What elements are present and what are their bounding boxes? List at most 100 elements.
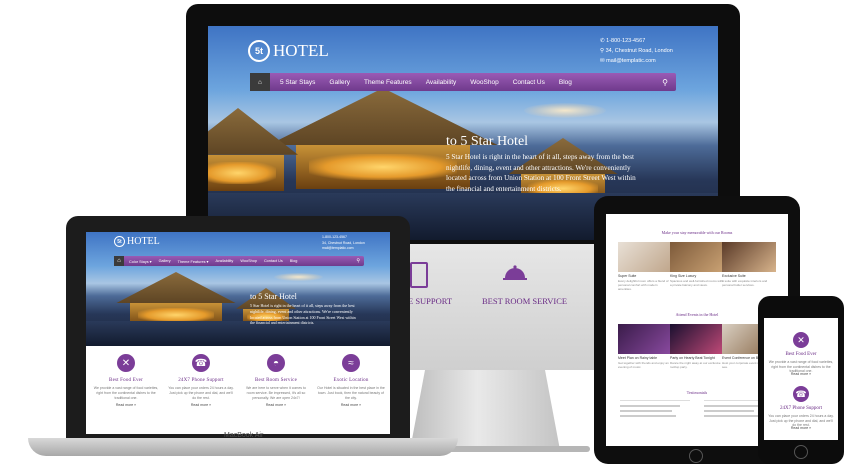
nav-item-gallery[interactable]: Gallery (329, 79, 350, 86)
iphone-device: ✕ Best Food Ever We provide a vast range… (758, 296, 844, 464)
room-desc: Spacious and well-furnished rooms with a… (670, 279, 723, 287)
room-card[interactable]: King Size Luxury Spacious and well-furni… (670, 242, 724, 287)
search-icon[interactable]: ⚲ (662, 78, 668, 87)
cloche-icon (502, 262, 528, 282)
iphone-screen: ✕ Best Food Ever We provide a vast range… (764, 318, 838, 440)
feature-title: Best Room Service (254, 378, 297, 383)
feature-title: 24X7 Phone Support (780, 406, 822, 411)
room-title: Super Suite (618, 274, 637, 278)
mail-icon: ✉ (600, 58, 605, 64)
macbook-hero: 5t HOTEL 1-800-123-4567 34, Chestnut Roa… (86, 232, 390, 346)
feature-exotic-location: ≈ Exotic Location Our Hotel is situated … (315, 354, 387, 407)
event-card[interactable]: Meet Plan on Rainy table Get together wi… (618, 324, 672, 369)
nav-item-theme-features[interactable]: Theme Features ▾ (178, 259, 209, 264)
feature-desc: You can place your orders 24 hours a day… (168, 386, 234, 400)
room-image (618, 242, 672, 272)
contact-info: ✆ 1-800-123-4567 ⚲ 34, Chestnut Road, Lo… (600, 36, 673, 66)
nav-item-contact-us[interactable]: Contact Us (513, 79, 545, 86)
contact-phone: 1-800-123-4567 (606, 38, 646, 44)
nav-item-blog[interactable]: Blog (290, 259, 298, 263)
room-card[interactable]: Super Suite Every delightful room offers… (618, 242, 672, 291)
room-desc: A suite with exquisite interiors and per… (722, 279, 768, 287)
home-icon[interactable]: ⌂ (250, 73, 270, 91)
testimonial (620, 400, 690, 425)
rooms-heading: Make your stay memorable with our Rooms (661, 230, 733, 235)
room-card[interactable]: Exclusive Suite A suite with exquisite i… (722, 242, 776, 287)
phone-icon: ✆ (600, 38, 605, 44)
logo-badge: 5t (248, 40, 270, 62)
room-desc: Every delightful room offers a blend of … (618, 279, 669, 291)
event-desc: Get together with friends and enjoy an e… (618, 361, 669, 369)
cloche-icon: ◓ (267, 354, 285, 372)
read-more-link[interactable]: Read more » (764, 426, 838, 430)
fork-knife-icon: ✕ (793, 332, 809, 348)
feature-title: Best Food Ever (109, 378, 143, 383)
nav-item-5-star-stays[interactable]: Color Stays ▾ (129, 259, 152, 264)
read-more-link[interactable]: Read more » (764, 372, 838, 376)
macbook-screen: 5t HOTEL 1-800-123-4567 34, Chestnut Roa… (86, 232, 390, 434)
logo-text: HOTEL (273, 41, 329, 60)
room-image (670, 242, 724, 272)
feature-desc: Our Hotel is situated in the best place … (317, 386, 385, 400)
event-card[interactable]: Party on Hearty Beat Tonight Dance the n… (670, 324, 724, 369)
event-title: Meet Plan on Rainy table (618, 356, 658, 360)
macbook-device: 5t HOTEL 1-800-123-4567 34, Chestnut Roa… (66, 216, 410, 438)
hut-image (208, 108, 298, 198)
room-title: Exclusive Suite (722, 274, 746, 278)
contact-email[interactable]: mail@templatic.com (322, 246, 354, 250)
sunset-glow (274, 273, 324, 281)
logo-badge: 5t (114, 236, 125, 247)
nav-item-5-star-stays[interactable]: 5 Star Stays (280, 79, 315, 86)
read-more-link[interactable]: Read more » (240, 403, 312, 407)
nav-item-gallery[interactable]: Gallery (159, 259, 171, 263)
event-image (618, 324, 672, 354)
nav-item-wooshop[interactable]: WooShop (470, 79, 498, 86)
site-logo[interactable]: 5t HOTEL (248, 40, 329, 62)
room-service-label: BEST ROOM SERVICE (482, 296, 568, 306)
feature-desc: We provide a vast range of food varietie… (93, 386, 159, 400)
contact-info: 1-800-123-4567 34, Chestnut Road, London… (322, 235, 365, 252)
map-marker-icon: ⚲ (600, 48, 605, 54)
macbook-base (28, 438, 458, 456)
search-icon[interactable]: ⚲ (356, 258, 360, 264)
hero-title: to 5 Star Hotel (446, 134, 529, 149)
room-image (722, 242, 776, 272)
main-nav: ⌂ 5 Star Stays Gallery Theme Features Av… (250, 73, 676, 91)
read-more-link[interactable]: Read more » (90, 403, 162, 407)
hero-text: 5 Star Hotel is right in the heart of it… (446, 153, 636, 193)
feature-phone-support: ☎ 24X7 Phone Support You can place your … (165, 354, 237, 407)
nav-item-theme-features[interactable]: Theme Features (364, 79, 412, 86)
nav-item-availability[interactable]: Availability (426, 79, 457, 86)
nav-item-availability[interactable]: Availability (215, 259, 233, 263)
hero-text: 5 Star Hotel is right in the heart of it… (250, 303, 356, 326)
features-row: ✕ Best Food Ever We provide a vast range… (86, 346, 390, 434)
sunset-glow (524, 103, 606, 118)
home-icon[interactable]: ⌂ (114, 256, 124, 266)
contact-address: 34, Chestnut Road, London (322, 240, 365, 245)
phone-support-icon (410, 262, 428, 288)
macbook-label: MacBook Air (224, 432, 264, 439)
contact-email[interactable]: mail@templatic.com (606, 58, 656, 64)
event-title: Party on Hearty Beat Tonight (670, 356, 715, 360)
feature-best-food: ✕ Best Food Ever We provide a vast range… (90, 354, 162, 407)
nav-item-contact-us[interactable]: Contact Us (264, 259, 283, 263)
phone-support-icon: ☎ (192, 354, 210, 372)
contact-address: 34, Chestnut Road, London (605, 48, 673, 54)
read-more-link[interactable]: Read more » (165, 403, 237, 407)
hero-title: to 5 Star Hotel (250, 292, 297, 301)
read-more-link[interactable]: Read more » (315, 403, 387, 407)
feature-title: Exotic Location (333, 378, 369, 383)
support-label: E SUPPORT (408, 296, 453, 306)
event-desc: Dance the night away at our exclusive ro… (670, 361, 721, 369)
swimmer-icon: ≈ (342, 354, 360, 372)
event-image (670, 324, 724, 354)
iphone-home-button[interactable] (794, 445, 808, 459)
feature-title: 24X7 Phone Support (178, 378, 224, 383)
nav-item-blog[interactable]: Blog (559, 79, 572, 86)
feature-desc: We are here to serve when it comes to ro… (246, 386, 306, 400)
phone-support-icon: ☎ (793, 386, 809, 402)
feature-title: Best Food Ever (785, 352, 817, 357)
site-logo[interactable]: 5t HOTEL (114, 236, 160, 247)
nav-item-wooshop[interactable]: WooShop (240, 259, 257, 263)
ipad-home-button[interactable] (689, 449, 703, 463)
